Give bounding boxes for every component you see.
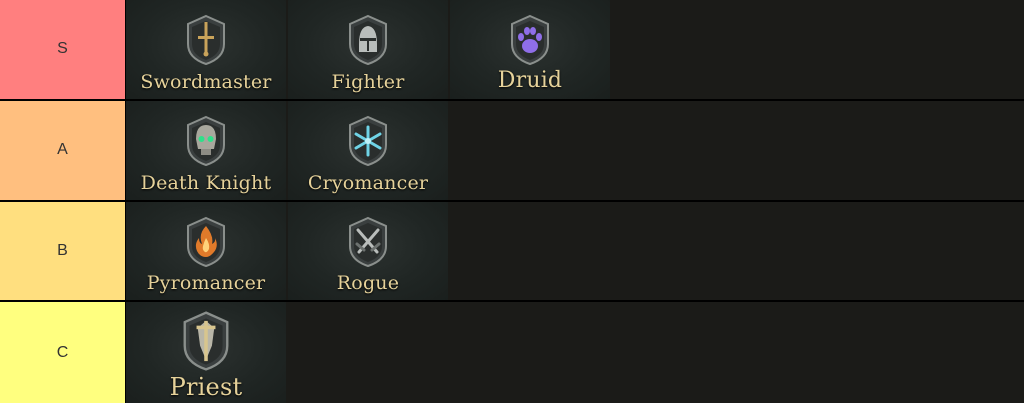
tier-item-fighter[interactable]: Fighter	[288, 0, 448, 99]
tier-label-b[interactable]: B	[0, 201, 126, 301]
tier-row-a: A Death Knight Cryomancer	[0, 100, 1024, 202]
paw-emblem-icon	[511, 14, 549, 66]
tier-item-swordmaster[interactable]: Swordmaster	[126, 0, 286, 99]
crossed-daggers-emblem-icon	[349, 216, 387, 267]
item-name: Priest	[169, 373, 243, 401]
flame-emblem-icon	[187, 216, 225, 267]
item-name: Druid	[497, 67, 563, 93]
mace-emblem-icon	[183, 311, 229, 371]
helmet-emblem-icon	[349, 14, 387, 66]
tier-row-c: C Priest	[0, 302, 1024, 403]
tier-items-s: Swordmaster Fighter Druid	[126, 0, 1024, 99]
tier-item-priest[interactable]: Priest	[126, 302, 286, 403]
sword-emblem-icon	[187, 14, 225, 66]
tier-items-a: Death Knight Cryomancer	[126, 100, 1024, 200]
item-name: Pyromancer	[146, 272, 266, 295]
tier-label-s[interactable]: S	[0, 0, 126, 99]
tier-item-rogue[interactable]: Rogue	[288, 201, 448, 301]
tier-items-b: Pyromancer Rogue	[126, 201, 1024, 301]
tier-item-cryomancer[interactable]: Cryomancer	[288, 100, 448, 200]
item-name: Cryomancer	[307, 171, 429, 194]
tier-label-a[interactable]: A	[0, 100, 126, 200]
tier-label-c[interactable]: C	[0, 302, 126, 403]
item-name: Rogue	[336, 272, 400, 295]
item-name: Death Knight	[140, 171, 272, 194]
item-name: Fighter	[331, 70, 405, 93]
skull-emblem-icon	[187, 115, 225, 166]
tier-item-death-knight[interactable]: Death Knight	[126, 100, 286, 200]
tier-item-pyromancer[interactable]: Pyromancer	[126, 201, 286, 301]
tier-list: S Swordmaster Fighter Druid A Death Knig…	[0, 0, 1024, 403]
tier-item-druid[interactable]: Druid	[450, 0, 610, 99]
tier-items-c: Priest	[126, 302, 1024, 403]
tier-row-s: S Swordmaster Fighter Druid	[0, 0, 1024, 101]
snowflake-emblem-icon	[349, 115, 387, 166]
tier-row-b: B Pyromancer Rogue	[0, 201, 1024, 303]
item-name: Swordmaster	[140, 70, 272, 93]
